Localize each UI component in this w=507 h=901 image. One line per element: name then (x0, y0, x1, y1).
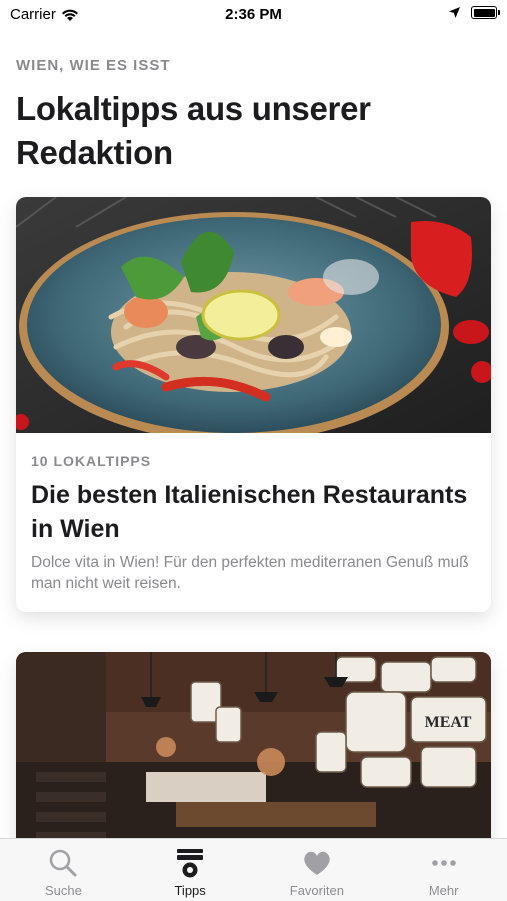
location-arrow-icon (449, 7, 460, 18)
tab-label: Tipps (174, 883, 206, 898)
restaurant-article-card[interactable]: MEAT (16, 652, 491, 852)
battery-icon (471, 6, 500, 19)
tips-icon (177, 849, 204, 878)
card-kicker: 10 LOKALTIPPS (31, 453, 152, 469)
card-body: 10 LOKALTIPPS Die besten Italienischen R… (16, 433, 491, 594)
page-title: Lokaltipps aus unserer Redaktion (16, 90, 371, 171)
search-icon (50, 849, 77, 877)
restaurant-interior-image: MEAT (16, 652, 491, 852)
section-kicker: WIEN, WIE ES ISST (16, 57, 171, 74)
tab-label: Favoriten (289, 883, 344, 898)
tab-label: Mehr (428, 883, 459, 898)
status-bar: Carrier 2:36 PM (0, 0, 507, 30)
status-time: 2:36 PM (225, 6, 282, 23)
meat-sign-text: MEAT (425, 714, 472, 731)
card-title: Die besten Italienischen Restaurants in … (31, 481, 468, 543)
heart-icon (304, 851, 330, 875)
tab-bar: Suche Tipps Favoriten Mehr (0, 838, 507, 901)
tab-favoriten[interactable]: Favoriten (254, 839, 381, 901)
more-icon (431, 860, 456, 866)
tab-label: Suche (44, 883, 82, 898)
pasta-dish-image (16, 197, 491, 433)
tab-tipps[interactable]: Tipps (127, 839, 254, 901)
tab-mehr[interactable]: Mehr (380, 839, 507, 901)
status-right (448, 6, 500, 19)
featured-article-card[interactable]: 10 LOKALTIPPS Die besten Italienischen R… (16, 197, 491, 612)
tab-suche[interactable]: Suche (0, 839, 127, 901)
card-description: Dolce vita in Wien! Für den perfekten me… (31, 554, 469, 592)
